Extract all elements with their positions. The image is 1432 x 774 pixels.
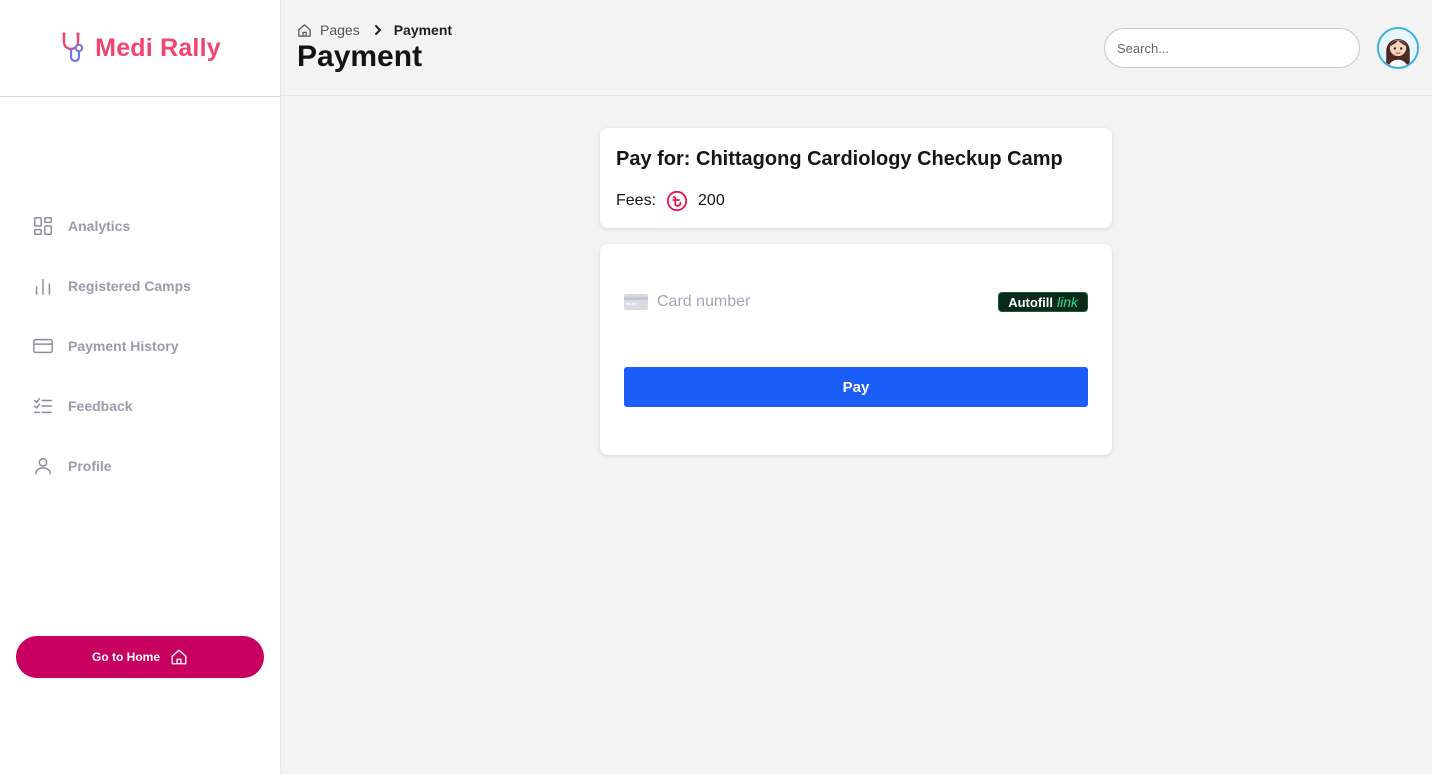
card-number-field[interactable]	[624, 293, 957, 311]
autofill-label: Autofill	[1008, 294, 1053, 310]
user-icon	[34, 457, 52, 475]
credit-card-icon	[624, 294, 648, 310]
sidebar-item-label: Analytics	[68, 218, 131, 234]
sidebar-item-label: Feedback	[68, 398, 133, 414]
fees-label: Fees:	[616, 192, 657, 209]
card-number-row: Autofill link	[624, 290, 1088, 314]
checklist-icon	[34, 397, 52, 414]
sidebar-item-label: Profile	[68, 458, 112, 474]
fees-value: 200	[698, 192, 725, 209]
page-title: Payment	[297, 40, 423, 73]
bar-chart-icon	[35, 278, 51, 295]
breadcrumb-root[interactable]: Pages	[320, 22, 360, 38]
card-payment-form: Autofill link Pay	[600, 244, 1112, 455]
sidebar-nav: Analytics Registered Camps Payment Histo…	[32, 206, 191, 506]
top-header: Pages Payment Payment	[281, 0, 1432, 96]
breadcrumb-current: Payment	[393, 22, 453, 38]
home-icon	[171, 649, 187, 665]
sidebar-item-payment-history[interactable]: Payment History	[32, 326, 191, 366]
payment-title: Pay for: Chittagong Cardiology Checkup C…	[616, 148, 1063, 170]
search-input[interactable]	[1104, 28, 1360, 68]
sidebar-item-feedback[interactable]: Feedback	[32, 386, 191, 426]
sidebar-item-registered-camps[interactable]: Registered Camps	[32, 266, 191, 306]
link-brand-label: link	[1056, 294, 1078, 310]
payment-info-card: Pay for: Chittagong Cardiology Checkup C…	[600, 128, 1112, 228]
avatar[interactable]	[1377, 27, 1419, 69]
go-to-home-label: Go to Home	[92, 650, 160, 664]
brand-name: Medi Rally	[95, 33, 221, 62]
pay-button[interactable]: Pay	[624, 367, 1088, 407]
app-root: Medi Rally Analytics Registered Camps Pa…	[0, 0, 1432, 774]
credit-card-icon	[33, 338, 53, 354]
sidebar-item-profile[interactable]: Profile	[32, 446, 191, 486]
breadcrumb: Pages Payment	[297, 22, 452, 38]
chevron-right-icon	[374, 25, 382, 35]
brand-logo[interactable]: Medi Rally	[0, 0, 280, 97]
taka-icon	[666, 190, 688, 212]
sidebar-item-analytics[interactable]: Analytics	[32, 206, 191, 246]
sidebar-item-label: Payment History	[68, 338, 179, 354]
fees-row: Fees: 200	[616, 190, 725, 212]
go-to-home-button[interactable]: Go to Home	[16, 636, 264, 678]
home-icon[interactable]	[297, 23, 312, 38]
dashboard-grid-icon	[34, 217, 52, 235]
user-avatar-icon	[1379, 29, 1417, 67]
autofill-link-button[interactable]: Autofill link	[998, 292, 1088, 312]
sidebar-item-label: Registered Camps	[68, 278, 191, 294]
sidebar: Medi Rally Analytics Registered Camps Pa…	[0, 0, 281, 774]
card-number-input[interactable]	[657, 293, 957, 311]
stethoscope-icon	[62, 32, 84, 63]
